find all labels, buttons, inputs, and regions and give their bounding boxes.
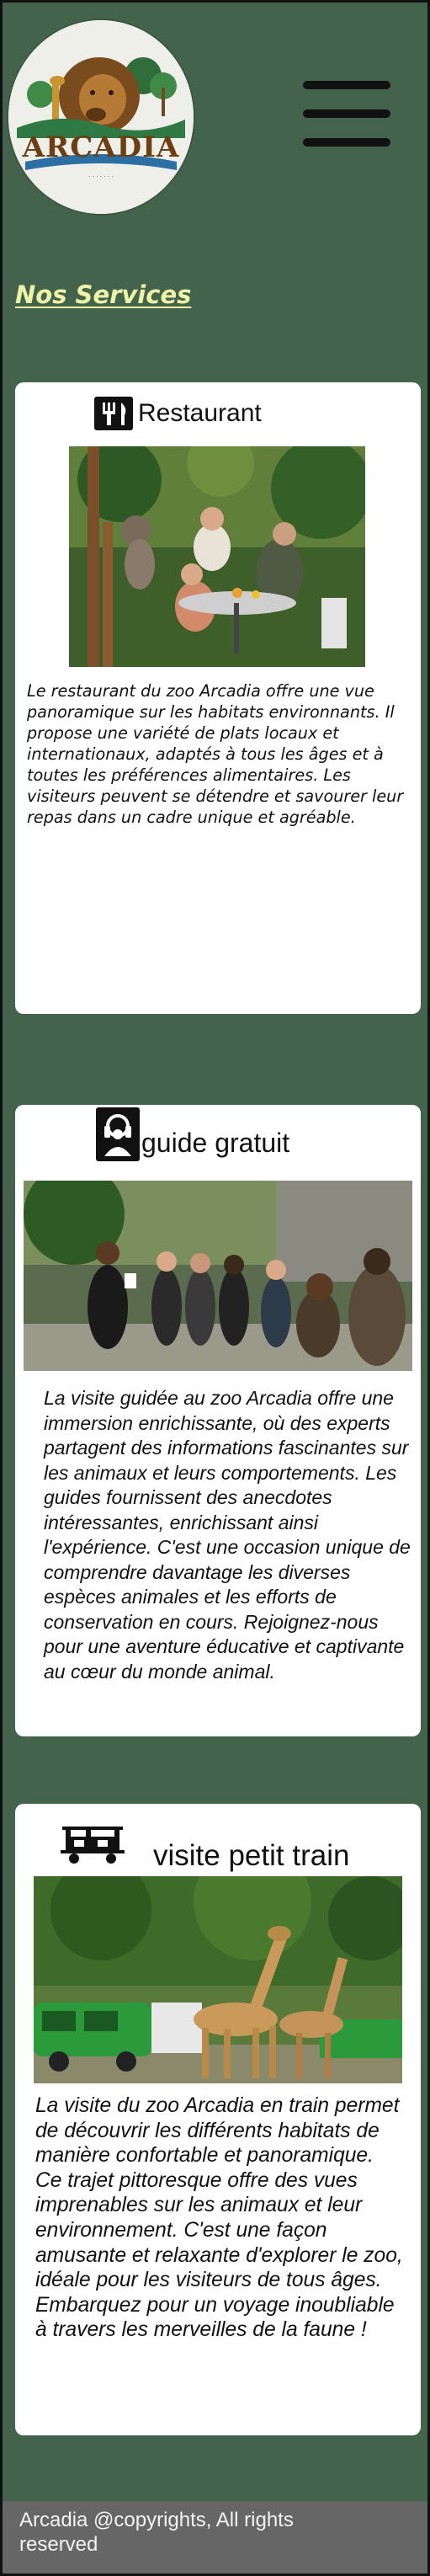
restaurant-photo [69, 446, 365, 667]
site-header: ARCADIA · · · · · · · [0, 0, 430, 227]
svg-text:· · · · · · ·: · · · · · · · [89, 173, 114, 180]
card-header: guide gratuit [96, 1105, 289, 1164]
guide-headset-icon [96, 1107, 140, 1161]
service-card-guide: guide gratuit La visite guidée au zoo Ar… [15, 1105, 421, 1736]
fork-knife-icon [94, 397, 133, 430]
service-card-restaurant: Restaurant Le restaurant du zoo Arcadia [15, 382, 421, 1014]
service-card-train: visite petit train La visite du zoo Arca… [15, 1804, 421, 2435]
train-icon [61, 1827, 125, 1864]
menu-bar [303, 81, 390, 89]
footer-copyright: Arcadia @copyrights, All rights reserved [19, 2509, 294, 2556]
arcadia-logo[interactable]: ARCADIA · · · · · · · [8, 20, 194, 214]
guided-tour-photo [24, 1181, 412, 1371]
logo-wordmark: ARCADIA [22, 131, 180, 164]
card-description: Le restaurant du zoo Arcadia offre une v… [27, 681, 404, 827]
menu-bar [303, 109, 390, 118]
services-title: Nos Services [15, 280, 192, 309]
card-title: guide gratuit [141, 1127, 290, 1158]
site-footer: Arcadia @copyrights, All rights reserved [3, 2501, 427, 2573]
card-header: Restaurant [94, 394, 262, 433]
arcadia-logo-image: ARCADIA · · · · · · · [8, 20, 194, 214]
card-description: La visite guidée au zoo Arcadia offre un… [44, 1387, 411, 1683]
card-description: La visite du zoo Arcadia en train permet… [35, 2094, 403, 2342]
menu-bar [303, 138, 390, 147]
hamburger-menu-icon[interactable] [303, 81, 394, 152]
card-title: Restaurant [138, 399, 262, 427]
card-header: visite petit train [61, 1819, 350, 1872]
train-giraffe-photo [34, 1876, 402, 2083]
card-title: visite petit train [153, 1839, 350, 1872]
